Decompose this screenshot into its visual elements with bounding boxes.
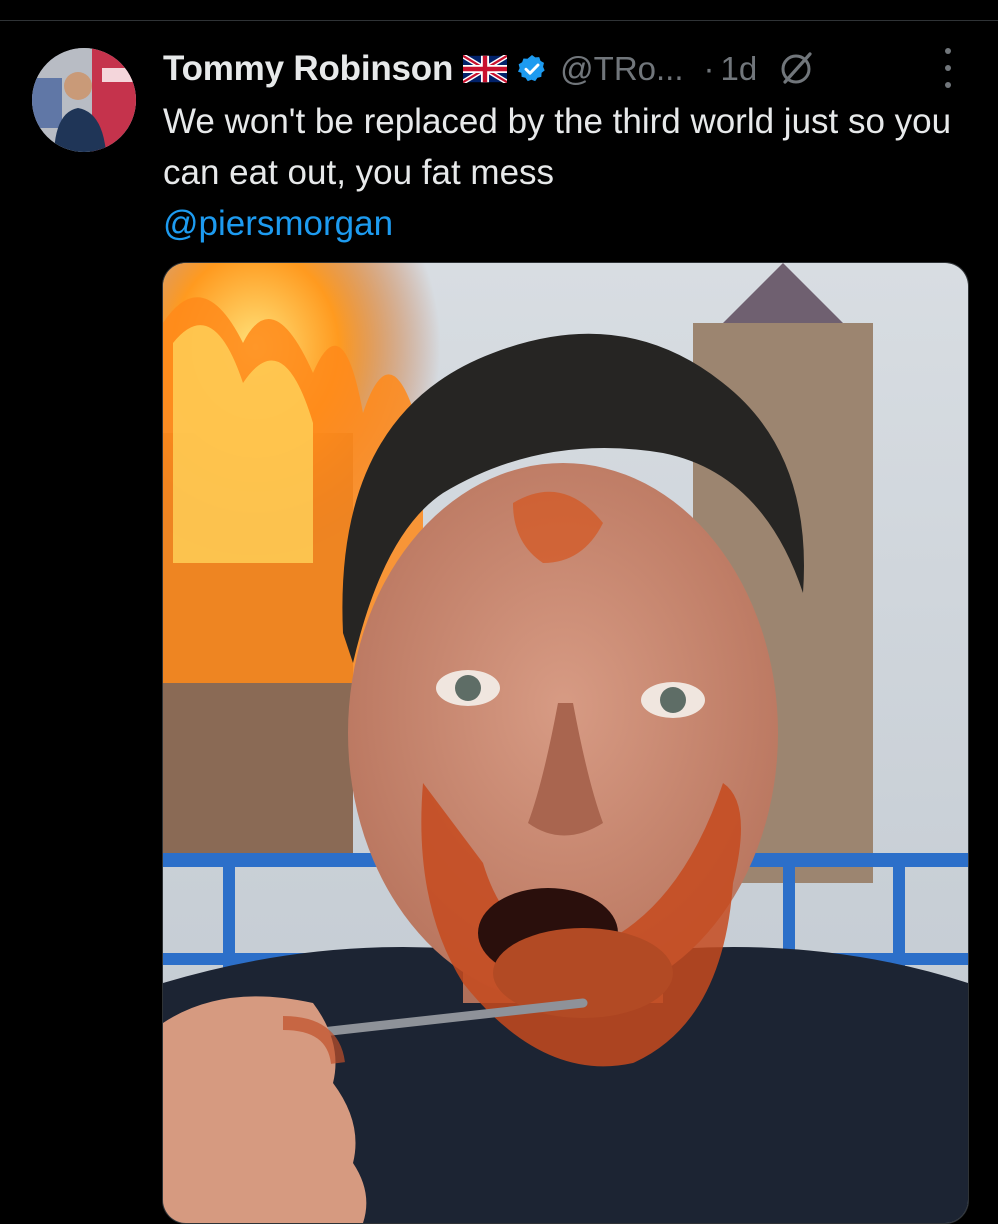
- grok-icon[interactable]: [777, 50, 815, 88]
- mention-link[interactable]: @piersmorgan: [163, 198, 963, 249]
- tweet-text: We won't be replaced by the third world …: [163, 96, 963, 249]
- uk-flag-icon: [463, 55, 508, 83]
- author-handle[interactable]: @TRo...: [560, 50, 683, 88]
- media-illustration: [163, 263, 968, 1223]
- avatar-image: [32, 48, 136, 152]
- timestamp[interactable]: 1d: [721, 50, 758, 88]
- more-options-icon[interactable]: [936, 48, 960, 88]
- author-avatar[interactable]: [32, 48, 136, 152]
- more-dot: [945, 82, 951, 88]
- author-name[interactable]: Tommy Robinson: [163, 49, 453, 89]
- separator-dot: ·: [703, 50, 715, 87]
- more-dot: [945, 65, 951, 71]
- verified-badge-icon[interactable]: [516, 53, 548, 85]
- tweet-body: We won't be replaced by the third world …: [163, 102, 952, 192]
- tweet-media-image[interactable]: [162, 262, 969, 1224]
- tweet-header: Tommy Robinson @TRo... · 1d: [163, 44, 815, 94]
- more-dot: [945, 48, 951, 54]
- top-divider: [0, 20, 998, 21]
